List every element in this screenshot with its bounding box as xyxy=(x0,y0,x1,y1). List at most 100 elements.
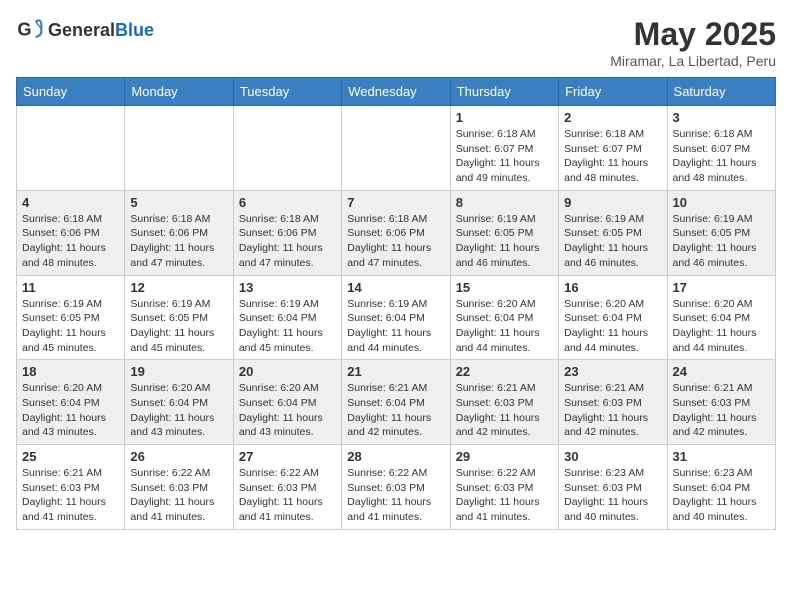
day-info: Sunrise: 6:20 AM Sunset: 6:04 PM Dayligh… xyxy=(130,381,227,440)
weekday-header-saturday: Saturday xyxy=(667,78,775,106)
calendar-day-cell: 20 Sunrise: 6:20 AM Sunset: 6:04 PM Dayli… xyxy=(233,360,341,445)
calendar-day-cell: 11 Sunrise: 6:19 AM Sunset: 6:05 PM Dayli… xyxy=(17,275,125,360)
calendar-empty-cell xyxy=(342,106,450,191)
day-info: Sunrise: 6:19 AM Sunset: 6:05 PM Dayligh… xyxy=(22,297,119,356)
day-number: 6 xyxy=(239,195,336,210)
weekday-header-friday: Friday xyxy=(559,78,667,106)
day-number: 25 xyxy=(22,449,119,464)
calendar-day-cell: 14 Sunrise: 6:19 AM Sunset: 6:04 PM Dayli… xyxy=(342,275,450,360)
day-number: 2 xyxy=(564,110,661,125)
calendar-empty-cell xyxy=(17,106,125,191)
day-number: 27 xyxy=(239,449,336,464)
day-number: 7 xyxy=(347,195,444,210)
day-number: 21 xyxy=(347,364,444,379)
calendar-day-cell: 2 Sunrise: 6:18 AM Sunset: 6:07 PM Daylig… xyxy=(559,106,667,191)
logo-icon: G xyxy=(16,16,44,44)
calendar-day-cell: 23 Sunrise: 6:21 AM Sunset: 6:03 PM Dayli… xyxy=(559,360,667,445)
calendar-empty-cell xyxy=(125,106,233,191)
day-info: Sunrise: 6:19 AM Sunset: 6:04 PM Dayligh… xyxy=(347,297,444,356)
day-info: Sunrise: 6:21 AM Sunset: 6:03 PM Dayligh… xyxy=(673,381,770,440)
calendar-day-cell: 15 Sunrise: 6:20 AM Sunset: 6:04 PM Dayli… xyxy=(450,275,558,360)
day-info: Sunrise: 6:21 AM Sunset: 6:04 PM Dayligh… xyxy=(347,381,444,440)
calendar-day-cell: 6 Sunrise: 6:18 AM Sunset: 6:06 PM Daylig… xyxy=(233,190,341,275)
calendar-day-cell: 9 Sunrise: 6:19 AM Sunset: 6:05 PM Daylig… xyxy=(559,190,667,275)
day-info: Sunrise: 6:20 AM Sunset: 6:04 PM Dayligh… xyxy=(456,297,553,356)
day-number: 10 xyxy=(673,195,770,210)
logo-general-text: General xyxy=(48,20,115,40)
calendar-day-cell: 24Sunrise: 6:21 AM Sunset: 6:03 PM Dayli… xyxy=(667,360,775,445)
day-number: 29 xyxy=(456,449,553,464)
day-number: 22 xyxy=(456,364,553,379)
day-info: Sunrise: 6:18 AM Sunset: 6:07 PM Dayligh… xyxy=(673,127,770,186)
logo-blue-text: Blue xyxy=(115,20,154,40)
calendar-day-cell: 7Sunrise: 6:18 AM Sunset: 6:06 PM Daylig… xyxy=(342,190,450,275)
calendar-week-row: 1 Sunrise: 6:18 AM Sunset: 6:07 PM Daylig… xyxy=(17,106,776,191)
svg-text:G: G xyxy=(17,20,31,40)
day-info: Sunrise: 6:20 AM Sunset: 6:04 PM Dayligh… xyxy=(22,381,119,440)
calendar-empty-cell xyxy=(233,106,341,191)
calendar-week-row: 18 Sunrise: 6:20 AM Sunset: 6:04 PM Dayli… xyxy=(17,360,776,445)
day-number: 11 xyxy=(22,280,119,295)
calendar-day-cell: 22 Sunrise: 6:21 AM Sunset: 6:03 PM Dayli… xyxy=(450,360,558,445)
day-number: 18 xyxy=(22,364,119,379)
calendar-day-cell: 16Sunrise: 6:20 AM Sunset: 6:04 PM Dayli… xyxy=(559,275,667,360)
day-info: Sunrise: 6:21 AM Sunset: 6:03 PM Dayligh… xyxy=(456,381,553,440)
day-number: 28 xyxy=(347,449,444,464)
calendar-day-cell: 3 Sunrise: 6:18 AM Sunset: 6:07 PM Daylig… xyxy=(667,106,775,191)
day-number: 20 xyxy=(239,364,336,379)
day-info: Sunrise: 6:22 AM Sunset: 6:03 PM Dayligh… xyxy=(347,466,444,525)
day-info: Sunrise: 6:22 AM Sunset: 6:03 PM Dayligh… xyxy=(456,466,553,525)
weekday-header-sunday: Sunday xyxy=(17,78,125,106)
title-area: May 2025 Miramar, La Libertad, Peru xyxy=(610,16,776,69)
calendar-week-row: 25 Sunrise: 6:21 AM Sunset: 6:03 PM Dayli… xyxy=(17,445,776,530)
day-info: Sunrise: 6:20 AM Sunset: 6:04 PM Dayligh… xyxy=(239,381,336,440)
day-number: 15 xyxy=(456,280,553,295)
calendar-day-cell: 8Sunrise: 6:19 AM Sunset: 6:05 PM Daylig… xyxy=(450,190,558,275)
day-number: 19 xyxy=(130,364,227,379)
calendar-day-cell: 21 Sunrise: 6:21 AM Sunset: 6:04 PM Dayli… xyxy=(342,360,450,445)
day-info: Sunrise: 6:19 AM Sunset: 6:04 PM Dayligh… xyxy=(239,297,336,356)
day-info: Sunrise: 6:18 AM Sunset: 6:06 PM Dayligh… xyxy=(22,212,119,271)
day-number: 3 xyxy=(673,110,770,125)
weekday-header-wednesday: Wednesday xyxy=(342,78,450,106)
day-info: Sunrise: 6:20 AM Sunset: 6:04 PM Dayligh… xyxy=(673,297,770,356)
day-number: 13 xyxy=(239,280,336,295)
day-info: Sunrise: 6:22 AM Sunset: 6:03 PM Dayligh… xyxy=(130,466,227,525)
day-info: Sunrise: 6:18 AM Sunset: 6:07 PM Dayligh… xyxy=(564,127,661,186)
day-number: 9 xyxy=(564,195,661,210)
calendar-day-cell: 17 Sunrise: 6:20 AM Sunset: 6:04 PM Dayli… xyxy=(667,275,775,360)
day-info: Sunrise: 6:23 AM Sunset: 6:04 PM Dayligh… xyxy=(673,466,770,525)
page-header: G GeneralBlue May 2025 Miramar, La Liber… xyxy=(16,16,776,69)
calendar-week-row: 4 Sunrise: 6:18 AM Sunset: 6:06 PM Daylig… xyxy=(17,190,776,275)
day-number: 12 xyxy=(130,280,227,295)
day-info: Sunrise: 6:23 AM Sunset: 6:03 PM Dayligh… xyxy=(564,466,661,525)
day-info: Sunrise: 6:19 AM Sunset: 6:05 PM Dayligh… xyxy=(564,212,661,271)
day-info: Sunrise: 6:21 AM Sunset: 6:03 PM Dayligh… xyxy=(22,466,119,525)
day-number: 30 xyxy=(564,449,661,464)
calendar-day-cell: 19 Sunrise: 6:20 AM Sunset: 6:04 PM Dayli… xyxy=(125,360,233,445)
day-number: 14 xyxy=(347,280,444,295)
day-info: Sunrise: 6:19 AM Sunset: 6:05 PM Dayligh… xyxy=(673,212,770,271)
day-info: Sunrise: 6:18 AM Sunset: 6:06 PM Dayligh… xyxy=(239,212,336,271)
day-info: Sunrise: 6:18 AM Sunset: 6:06 PM Dayligh… xyxy=(130,212,227,271)
day-number: 1 xyxy=(456,110,553,125)
calendar-day-cell: 5 Sunrise: 6:18 AM Sunset: 6:06 PM Daylig… xyxy=(125,190,233,275)
calendar-day-cell: 31Sunrise: 6:23 AM Sunset: 6:04 PM Dayli… xyxy=(667,445,775,530)
day-info: Sunrise: 6:22 AM Sunset: 6:03 PM Dayligh… xyxy=(239,466,336,525)
day-number: 26 xyxy=(130,449,227,464)
weekday-header-monday: Monday xyxy=(125,78,233,106)
weekday-header-row: SundayMondayTuesdayWednesdayThursdayFrid… xyxy=(17,78,776,106)
weekday-header-thursday: Thursday xyxy=(450,78,558,106)
calendar-day-cell: 27 Sunrise: 6:22 AM Sunset: 6:03 PM Dayli… xyxy=(233,445,341,530)
day-info: Sunrise: 6:21 AM Sunset: 6:03 PM Dayligh… xyxy=(564,381,661,440)
day-number: 17 xyxy=(673,280,770,295)
calendar-day-cell: 10 Sunrise: 6:19 AM Sunset: 6:05 PM Dayli… xyxy=(667,190,775,275)
day-number: 23 xyxy=(564,364,661,379)
day-info: Sunrise: 6:19 AM Sunset: 6:05 PM Dayligh… xyxy=(456,212,553,271)
logo: G GeneralBlue xyxy=(16,16,154,44)
day-number: 16 xyxy=(564,280,661,295)
calendar-table: SundayMondayTuesdayWednesdayThursdayFrid… xyxy=(16,77,776,530)
day-number: 5 xyxy=(130,195,227,210)
calendar-day-cell: 18 Sunrise: 6:20 AM Sunset: 6:04 PM Dayli… xyxy=(17,360,125,445)
day-number: 4 xyxy=(22,195,119,210)
